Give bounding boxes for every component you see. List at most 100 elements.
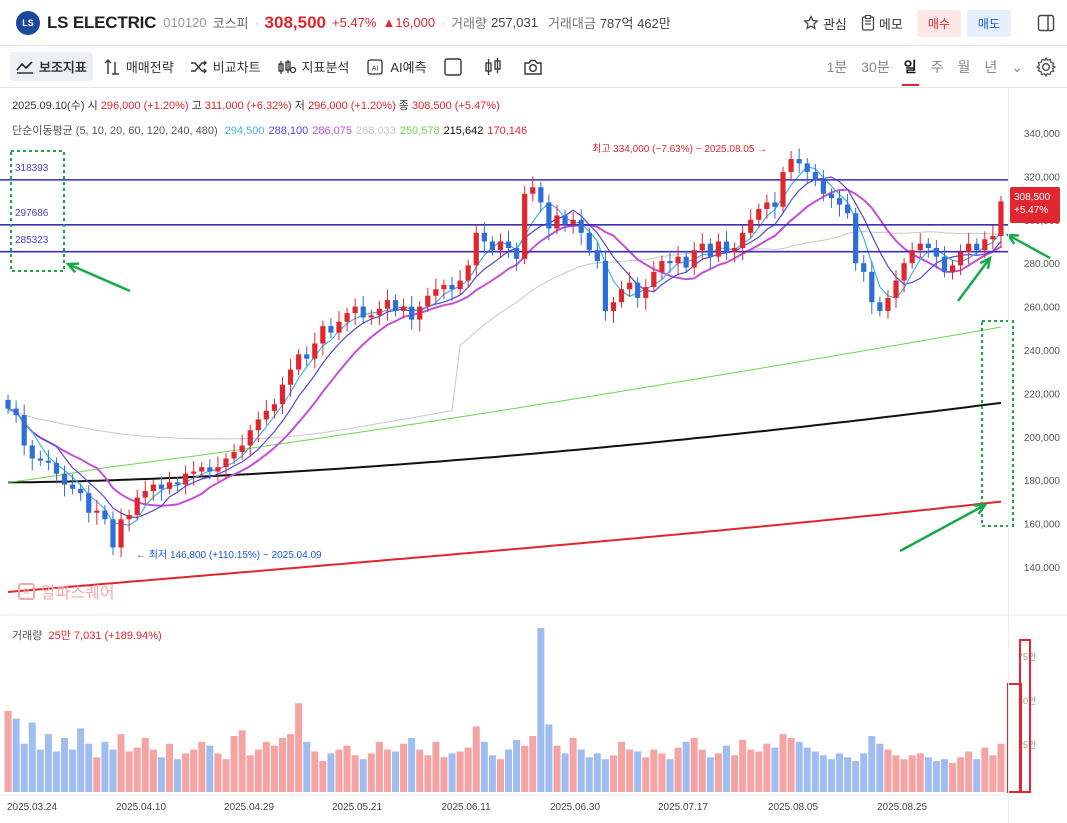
candle-body bbox=[150, 484, 156, 492]
volume-bar bbox=[472, 726, 480, 792]
volume-bar bbox=[254, 749, 262, 792]
volume-bar bbox=[771, 747, 779, 792]
candle-body bbox=[199, 467, 205, 472]
candle-body bbox=[368, 315, 374, 318]
candle-body bbox=[844, 204, 851, 214]
candle-body bbox=[296, 354, 302, 370]
svg-text:AI: AI bbox=[372, 65, 379, 72]
volume-bar bbox=[900, 759, 908, 792]
candle-body bbox=[562, 215, 568, 225]
candle-body bbox=[473, 232, 479, 266]
candle-body bbox=[94, 510, 100, 513]
candle-body bbox=[925, 243, 931, 249]
volume-bar bbox=[238, 730, 246, 792]
volume-bar bbox=[109, 749, 117, 792]
period-3[interactable]: 주 bbox=[931, 57, 944, 77]
candle-body bbox=[707, 243, 713, 257]
candle-body bbox=[522, 193, 528, 259]
compare-label: 비교차트 bbox=[212, 60, 261, 75]
candle-body bbox=[788, 159, 794, 173]
volume-bar bbox=[634, 751, 642, 792]
market-name: 코스피 bbox=[212, 16, 249, 31]
candle-body bbox=[263, 410, 269, 420]
buy-button[interactable]: 매수 bbox=[916, 9, 961, 37]
candle-body bbox=[5, 399, 11, 409]
volume-bar bbox=[311, 751, 319, 792]
x-tick-label: 2025.08.05 bbox=[768, 802, 818, 813]
candle-body bbox=[958, 252, 964, 266]
volume-bar bbox=[642, 757, 650, 792]
candle-body bbox=[53, 462, 60, 474]
candle-body bbox=[86, 493, 92, 513]
volume-bar bbox=[174, 759, 182, 792]
candle-type-button[interactable] bbox=[478, 52, 513, 82]
volume-bar bbox=[626, 749, 634, 792]
volume-bar bbox=[367, 753, 375, 792]
volume-bar bbox=[190, 749, 198, 792]
volume-bar bbox=[327, 753, 335, 792]
ma5-line bbox=[7, 165, 1002, 526]
candle-body bbox=[344, 313, 350, 322]
candle-body bbox=[966, 243, 972, 253]
square-draw-button[interactable] bbox=[437, 52, 474, 82]
watch-label: 관심 bbox=[822, 16, 847, 32]
candle-body bbox=[102, 510, 108, 520]
chevron-down-icon[interactable]: ⌄ bbox=[1011, 59, 1023, 76]
candle-body bbox=[804, 163, 810, 173]
side-panel-icon[interactable] bbox=[1037, 14, 1055, 32]
candle-body bbox=[885, 297, 891, 311]
strategy-button[interactable]: 매매전략 bbox=[97, 52, 180, 81]
x-tick-label: 2025.05.21 bbox=[332, 802, 382, 813]
candle-body bbox=[659, 261, 665, 272]
period-4[interactable]: 월 bbox=[957, 57, 970, 77]
volume-bar bbox=[957, 757, 965, 792]
compare-button[interactable]: 비교차트 bbox=[184, 52, 267, 81]
screenshot-button[interactable] bbox=[517, 53, 554, 81]
header-actions: 관심 메모 매수 매도 bbox=[803, 0, 1067, 46]
volume-bar bbox=[618, 741, 626, 792]
axis-divider bbox=[1008, 88, 1009, 823]
volume-bar bbox=[383, 749, 391, 792]
period-1[interactable]: 30분 bbox=[861, 57, 889, 77]
volume-bar bbox=[981, 747, 989, 792]
volume-bar bbox=[335, 749, 343, 792]
indicators-button[interactable]: 보조지표 bbox=[10, 52, 93, 81]
sell-button[interactable]: 매도 bbox=[966, 9, 1011, 37]
y-tick-label: 280,000 bbox=[1024, 259, 1061, 270]
volume-bar bbox=[416, 749, 424, 792]
amount-value: 787억 462만 bbox=[599, 16, 671, 31]
settings-gear-icon[interactable] bbox=[1035, 56, 1057, 78]
candle-body bbox=[828, 193, 835, 199]
candle-body bbox=[409, 306, 415, 320]
period-2[interactable]: 일 bbox=[901, 57, 919, 86]
candle-body bbox=[142, 491, 148, 498]
candle-body bbox=[61, 473, 68, 485]
candle-body bbox=[489, 241, 495, 251]
x-tick-label: 2025.06.11 bbox=[441, 802, 491, 813]
candle-body bbox=[990, 236, 996, 240]
volume-bar bbox=[601, 759, 609, 792]
volume-bar bbox=[287, 734, 295, 792]
memo-button[interactable]: 메모 bbox=[861, 14, 903, 33]
analysis-button[interactable]: 지표분석 bbox=[271, 52, 356, 81]
candle-body bbox=[514, 248, 520, 259]
amount-label: 거래대금 bbox=[547, 16, 596, 31]
candle-body bbox=[602, 261, 609, 311]
candle-body bbox=[207, 467, 213, 472]
price-chart[interactable]: 340,000320,000300,000280,000260,000240,0… bbox=[0, 88, 1067, 823]
candle-body bbox=[255, 419, 261, 431]
volume-panel-value: 25만 7,031 (+189.94%) bbox=[48, 630, 162, 642]
volume-bar bbox=[351, 755, 359, 792]
candle-body bbox=[29, 445, 35, 459]
period-5[interactable]: 년 bbox=[984, 57, 997, 77]
watch-button[interactable]: 관심 bbox=[803, 14, 847, 33]
candle-body bbox=[554, 215, 560, 229]
volume-bar bbox=[940, 759, 948, 792]
ma60-line bbox=[7, 230, 1002, 440]
candle-body bbox=[336, 321, 342, 333]
ai-forecast-button[interactable]: AI AI예측 bbox=[359, 52, 432, 81]
period-0[interactable]: 1분 bbox=[827, 57, 848, 77]
candle-body bbox=[974, 243, 980, 251]
volume-bar bbox=[997, 743, 1005, 792]
candle-body bbox=[457, 280, 463, 290]
